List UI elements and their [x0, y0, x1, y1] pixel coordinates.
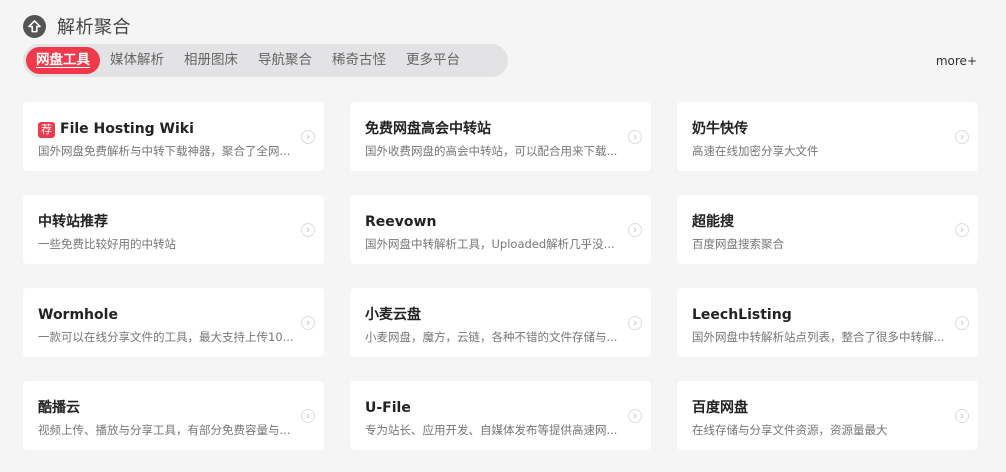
arrow-up-circle-icon[interactable]	[23, 14, 46, 38]
card-description: 国外网盘免费解析与中转下载神器，聚合了全网...	[38, 144, 291, 158]
card-title-text: File Hosting Wiki	[60, 121, 194, 137]
tab-curiosities[interactable]: 稀奇古怪	[322, 47, 396, 74]
card-title: Reevown	[365, 214, 437, 230]
card-wormhole[interactable]: Wormhole 一款可以在线分享文件的工具，最大支持上传10...	[23, 288, 324, 357]
card-description: 在线存储与分享文件资源，资源量最大	[692, 423, 888, 437]
card-description: 一些免费比较好用的中转站	[38, 237, 176, 251]
card-title: U-File	[365, 400, 411, 416]
card-title: Wormhole	[38, 307, 118, 323]
card-chaonengsou[interactable]: 超能搜 百度网盘搜索聚合	[677, 195, 978, 264]
card-file-hosting-wiki[interactable]: 荐 File Hosting Wiki 国外网盘免费解析与中转下载神器，聚合了全…	[23, 102, 324, 171]
section-title: 解析聚合	[57, 17, 131, 38]
card-title: 奶牛快传	[692, 121, 748, 137]
card-title: 荐 File Hosting Wiki	[38, 120, 310, 139]
card-description: 专为站长、应用开发、自媒体发布等提供高速网...	[365, 423, 618, 437]
card-transfer-recommend[interactable]: 中转站推荐 一些免费比较好用的中转站	[23, 195, 324, 264]
card-title: LeechListing	[692, 307, 792, 323]
chevron-right-icon[interactable]	[955, 316, 969, 330]
tab-media-parse[interactable]: 媒体解析	[100, 47, 174, 74]
card-description: 小麦网盘，魔方，云链，各种不错的文件存储与...	[365, 330, 618, 344]
chevron-right-icon[interactable]	[955, 409, 969, 423]
card-title: 超能搜	[692, 214, 734, 230]
chevron-right-icon[interactable]	[301, 223, 315, 237]
tab-nav-aggregation[interactable]: 导航聚合	[248, 47, 322, 74]
chevron-right-icon[interactable]	[628, 130, 642, 144]
chevron-right-icon[interactable]	[628, 409, 642, 423]
chevron-right-icon[interactable]	[301, 316, 315, 330]
tab-more-platforms[interactable]: 更多平台	[396, 47, 470, 74]
card-title: 百度网盘	[692, 400, 748, 416]
tab-wangpan-tools[interactable]: 网盘工具	[26, 47, 100, 74]
card-description: 一款可以在线分享文件的工具，最大支持上传10...	[38, 330, 294, 344]
more-link[interactable]: more+	[936, 54, 977, 68]
card-title: 酷播云	[38, 400, 80, 416]
card-description: 国外收费网盘的高会中转站，可以配合用来下载...	[365, 144, 618, 158]
page: 解析聚合 网盘工具 媒体解析 相册图床 导航聚合 稀奇古怪 更多平台 more+…	[0, 0, 1006, 472]
card-reevown[interactable]: Reevown 国外网盘中转解析工具，Uploaded解析几乎没...	[350, 195, 651, 264]
tab-image-hosting[interactable]: 相册图床	[174, 47, 248, 74]
chevron-right-icon[interactable]	[955, 130, 969, 144]
recommend-badge: 荐	[38, 121, 55, 138]
chevron-right-icon[interactable]	[955, 223, 969, 237]
card-kubo-cloud[interactable]: 酷播云 视频上传、播放与分享工具，有部分免费容量与...	[23, 381, 324, 450]
section-header: 解析聚合	[23, 12, 131, 40]
card-title: 免费网盘高会中转站	[365, 121, 491, 137]
chevron-right-icon[interactable]	[301, 409, 315, 423]
card-description: 高速在线加密分享大文件	[692, 144, 819, 158]
card-description: 国外网盘中转解析工具，Uploaded解析几乎没...	[365, 237, 615, 251]
card-leechlisting[interactable]: LeechListing 国外网盘中转解析站点列表，整合了很多中转解...	[677, 288, 978, 357]
chevron-right-icon[interactable]	[301, 130, 315, 144]
card-xiaomai-cloud[interactable]: 小麦云盘 小麦网盘，魔方，云链，各种不错的文件存储与...	[350, 288, 651, 357]
chevron-right-icon[interactable]	[628, 316, 642, 330]
card-u-file[interactable]: U-File 专为站长、应用开发、自媒体发布等提供高速网...	[350, 381, 651, 450]
card-title: 中转站推荐	[38, 214, 108, 230]
chevron-right-icon[interactable]	[628, 223, 642, 237]
category-tabs: 网盘工具 媒体解析 相册图床 导航聚合 稀奇古怪 更多平台	[23, 44, 508, 77]
card-baidu-pan[interactable]: 百度网盘 在线存储与分享文件资源，资源量最大	[677, 381, 978, 450]
card-free-transfer-station[interactable]: 免费网盘高会中转站 国外收费网盘的高会中转站，可以配合用来下载...	[350, 102, 651, 171]
card-description: 百度网盘搜索聚合	[692, 237, 784, 251]
card-title: 小麦云盘	[365, 307, 421, 323]
card-cowtransfer[interactable]: 奶牛快传 高速在线加密分享大文件	[677, 102, 978, 171]
card-description: 国外网盘中转解析站点列表，整合了很多中转解...	[692, 330, 945, 344]
card-description: 视频上传、播放与分享工具，有部分免费容量与...	[38, 423, 291, 437]
